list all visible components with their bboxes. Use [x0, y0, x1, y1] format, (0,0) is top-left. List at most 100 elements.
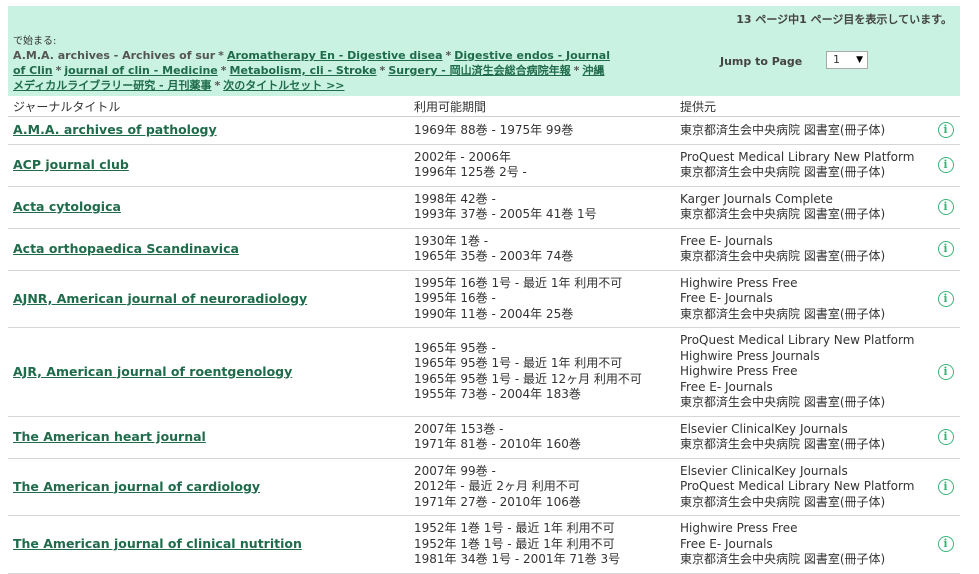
availability-cell: 2002年 - 2006年 1996年 125巻 2号 - — [409, 144, 675, 187]
title-range-link[interactable]: Aromatherapy En - Digestive disea — [227, 49, 443, 62]
info-icon[interactable]: i — [937, 241, 954, 257]
provider-name: Karger Journals Complete — [680, 191, 833, 206]
column-header-title: ジャーナルタイトル — [8, 96, 409, 117]
provider-name: Elsevier ClinicalKey Journals — [680, 421, 848, 436]
availability-cell: 1995年 16巻 1号 - 最近 1年 利用不可 1995年 16巻 -1990… — [409, 270, 675, 328]
provider-cell: Free E- Journals 東京都済生会中央病院 図書室(冊子体) — [675, 228, 931, 271]
availability-period: 1955年 73巻 - 2004年 183巻 — [414, 387, 581, 402]
journal-title-link[interactable]: The American journal of clinical nutriti… — [13, 536, 302, 551]
table-row: AJNR, American journal of neuroradiology… — [8, 270, 960, 328]
provider-cell: 東京都済生会中央病院 図書室(冊子体) — [675, 116, 931, 145]
provider-name: Highwire Press Journals — [680, 348, 820, 363]
provider-cell: ProQuest Medical Library New Platform Hig… — [675, 327, 931, 417]
availability-period: 1952年 1巻 1号 - 最近 1年 利用不可 — [414, 536, 615, 551]
availability-period: 1952年 1巻 1号 - 最近 1年 利用不可 — [414, 521, 615, 535]
provider-cell: Karger Journals Complete 東京都済生会中央病院 図書室(冊… — [675, 186, 931, 229]
provider-cell: Highwire Press Free Free E- Journals 東京都済生… — [675, 270, 931, 328]
provider-name: Free E- Journals — [680, 379, 773, 394]
availability-period: 1995年 16巻 1号 - 最近 1年 利用不可 — [414, 275, 623, 290]
journal-title-link[interactable]: ACP journal club — [13, 157, 129, 172]
availability-period: 1971年 81巻 - 2010年 160巻 — [414, 437, 581, 451]
info-cell: i — [931, 144, 960, 187]
nav-separator: * — [55, 64, 62, 77]
current-title-range: A.M.A. archives - Archives of sur — [13, 49, 216, 62]
provider-name: 東京都済生会中央病院 図書室(冊子体) — [680, 122, 886, 137]
availability-cell: 2007年 99巻 -2012年 - 最近 2ヶ月 利用不可 1971年 27巻 … — [409, 458, 675, 516]
title-range-link[interactable]: 次のタイトルセット >> — [223, 79, 344, 92]
availability-period: 2007年 153巻 - — [414, 421, 504, 436]
info-icon[interactable]: i — [937, 199, 954, 215]
title-range-link[interactable]: Surgery - 岡山済生会総合病院年報 — [388, 64, 570, 77]
info-icon[interactable]: i — [937, 157, 954, 173]
info-icon[interactable]: i — [937, 429, 954, 445]
availability-period: 2007年 99巻 - — [414, 463, 496, 478]
provider-name: 東京都済生会中央病院 図書室(冊子体) — [680, 494, 886, 509]
info-icon[interactable]: i — [937, 122, 954, 139]
provider-cell: Highwire Press Free Free E- Journals 東京都済生… — [675, 515, 931, 574]
info-cell: i — [931, 515, 960, 574]
table-row: Acta cytologica 1998年 42巻 -1993年 37巻 - 20… — [8, 186, 960, 229]
info-icon[interactable]: i — [937, 290, 954, 307]
availability-period: 1995年 16巻 - — [414, 291, 496, 305]
info-cell: i — [931, 228, 960, 271]
journal-title-link[interactable]: AJR, American journal of roentgenology — [13, 364, 292, 379]
provider-name: 東京都済生会中央病院 図書室(冊子体) — [680, 249, 886, 263]
journal-title-cell: The American heart journal — [8, 416, 409, 459]
journal-title-link[interactable]: The American journal of cardiology — [13, 479, 260, 494]
journal-table: ジャーナルタイトル 利用可能期間 提供元 A.M.A. archives of … — [8, 96, 960, 574]
provider-cell: Elsevier ClinicalKey Journals ProQuest Me… — [675, 458, 931, 516]
provider-name: ProQuest Medical Library New Platform — [680, 149, 915, 164]
journal-title-link[interactable]: AJNR, American journal of neuroradiology — [13, 291, 307, 306]
table-row: The American journal of clinical nutriti… — [8, 515, 960, 574]
journal-title-cell: AJR, American journal of roentgenology — [8, 327, 409, 417]
table-row: ACP journal club 2002年 - 2006年 1996年 125巻 … — [8, 144, 960, 187]
availability-period: 1998年 42巻 - — [414, 191, 496, 206]
provider-name: Highwire Press Free — [680, 275, 798, 290]
header-panel: 13 ページ中1 ページ目を表示しています。 で始まる: A.M.A. arch… — [8, 6, 960, 96]
column-header-period: 利用可能期間 — [409, 96, 675, 117]
jump-to-page-select[interactable]: 1 ▼ — [826, 51, 868, 69]
nav-separator: * — [379, 64, 386, 77]
title-range-link[interactable]: Metabolism, cli - Stroke — [230, 64, 377, 77]
journal-title-cell: ACP journal club — [8, 144, 409, 187]
info-cell: i — [931, 458, 960, 516]
table-row: The American journal of cardiology 2007年 … — [8, 458, 960, 516]
provider-name: 東京都済生会中央病院 図書室(冊子体) — [680, 437, 886, 451]
journal-title-link[interactable]: A.M.A. archives of pathology — [13, 122, 217, 137]
table-row: AJR, American journal of roentgenology 19… — [8, 327, 960, 417]
info-cell: i — [931, 327, 960, 417]
title-range-nav: A.M.A. archives - Archives of sur * Aromat… — [13, 48, 613, 93]
provider-name: Elsevier ClinicalKey Journals — [680, 463, 848, 478]
provider-name: Highwire Press Free — [680, 364, 798, 378]
info-cell: i — [931, 416, 960, 459]
journal-title-link[interactable]: Acta orthopaedica Scandinavica — [13, 241, 239, 256]
info-icon[interactable]: i — [937, 478, 954, 495]
journal-title-cell: AJNR, American journal of neuroradiology — [8, 270, 409, 328]
availability-cell: 1998年 42巻 -1993年 37巻 - 2005年 41巻 1号 — [409, 186, 675, 229]
table-row: The American heart journal 2007年 153巻 -19… — [8, 416, 960, 459]
availability-period: 1996年 125巻 2号 - — [414, 165, 527, 179]
provider-name: ProQuest Medical Library New Platform — [680, 479, 915, 493]
title-range-link[interactable]: journal of clin - Medicine — [64, 64, 217, 77]
info-cell: i — [931, 116, 960, 145]
journal-title-link[interactable]: The American heart journal — [13, 429, 206, 444]
info-cell: i — [931, 186, 960, 229]
info-icon[interactable]: i — [937, 536, 954, 553]
journal-title-link[interactable]: Acta cytologica — [13, 199, 121, 214]
availability-period: 2002年 - 2006年 — [414, 149, 512, 164]
nav-separator: * — [218, 49, 224, 62]
journal-title-cell: The American journal of clinical nutriti… — [8, 515, 409, 574]
availability-cell: 1930年 1巻 -1965年 35巻 - 2003年 74巻 — [409, 228, 675, 271]
journal-title-cell: The American journal of cardiology — [8, 458, 409, 516]
table-header-row: ジャーナルタイトル 利用可能期間 提供元 — [8, 96, 960, 117]
availability-period: 1930年 1巻 - — [414, 233, 489, 248]
info-cell: i — [931, 270, 960, 328]
provider-name: 東京都済生会中央病院 図書室(冊子体) — [680, 165, 886, 179]
provider-name: 東京都済生会中央病院 図書室(冊子体) — [680, 207, 886, 221]
journal-title-cell: Acta cytologica — [8, 186, 409, 229]
info-icon[interactable]: i — [937, 363, 954, 380]
provider-name: Free E- Journals — [680, 291, 773, 305]
availability-period: 1965年 95巻 1号 - 最近 12ヶ月 利用不可 — [414, 371, 642, 386]
provider-name: Free E- Journals — [680, 536, 773, 551]
availability-period: 1969年 88巻 - 1975年 99巻 — [414, 122, 574, 137]
